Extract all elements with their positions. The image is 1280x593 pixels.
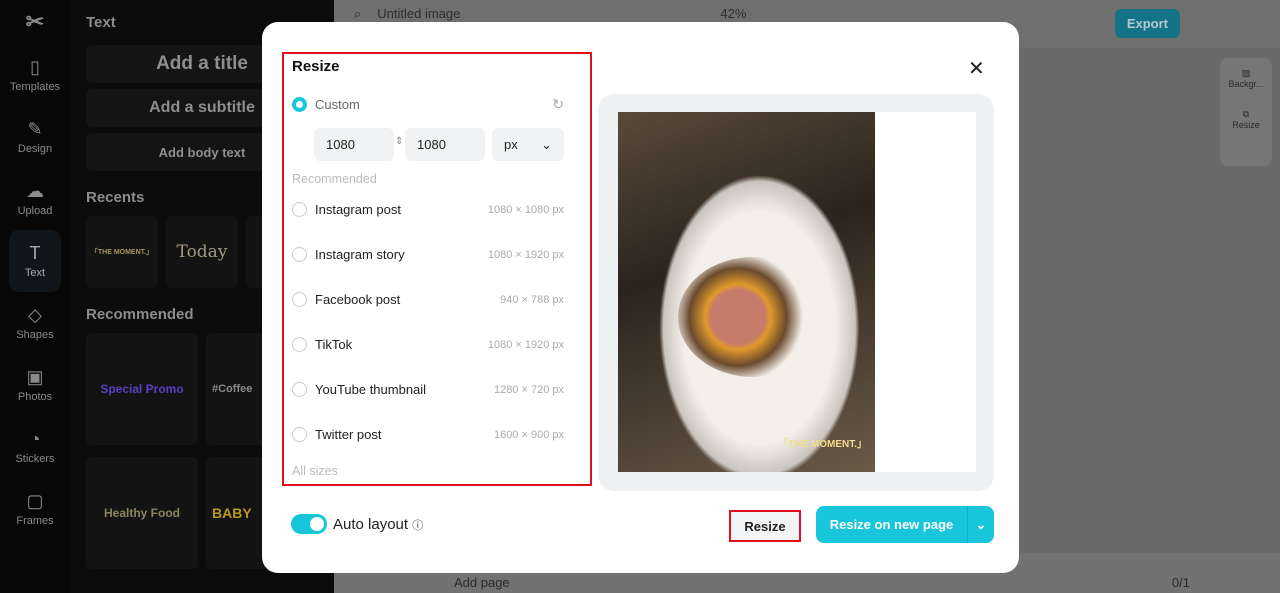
export-button[interactable]: Export: [1114, 9, 1180, 38]
search-icon[interactable]: ⌕: [354, 6, 361, 22]
option-label: YouTube thumbnail: [315, 382, 427, 397]
chevron-down-icon[interactable]: ⌄: [967, 506, 994, 543]
option-label: Instagram post: [315, 202, 401, 217]
radio[interactable]: [292, 427, 307, 442]
page-indicator: 0/1: [1171, 575, 1190, 590]
rail-label: Upload: [17, 205, 53, 217]
rail-stickers[interactable]: ◔ Stickers: [0, 416, 70, 478]
rail-shapes[interactable]: ◇ Shapes: [0, 292, 70, 354]
doc-title[interactable]: Untitled image: [377, 6, 460, 21]
option-size: 1080 × 1080 px: [487, 203, 564, 216]
tool-label: Resize: [1232, 120, 1260, 130]
dish-image: [678, 257, 828, 377]
background-icon: ▨: [1241, 68, 1251, 78]
option-label: Facebook post: [315, 292, 401, 307]
stickers-icon: ◔: [29, 429, 41, 449]
design-icon: ✎: [27, 119, 43, 139]
text-template[interactable]: Special Promo: [86, 333, 198, 445]
auto-layout-label: Auto layout ⓘ: [333, 516, 423, 533]
background-tool[interactable]: ▨ Backgr...: [1220, 68, 1272, 89]
resize-new-label: Resize on new page: [829, 517, 954, 532]
radio[interactable]: [292, 292, 307, 307]
right-toolbar: ▨ Backgr... ⧉ Resize: [1220, 58, 1272, 166]
option-size: 1600 × 900 px: [493, 428, 564, 441]
capcut-logo-icon[interactable]: ✂: [0, 0, 70, 44]
shapes-icon: ◇: [28, 305, 42, 325]
option-size: 1080 × 1920 px: [487, 338, 564, 351]
reset-icon[interactable]: ↻: [552, 96, 564, 113]
left-rail: ✂ ▯ Templates ✎ Design ☁ Upload T Text ◇ Shap…: [0, 0, 70, 593]
highlight-box: [282, 52, 592, 486]
width-input[interactable]: 1080: [314, 128, 394, 161]
link-ratio-icon[interactable]: ⇕: [395, 136, 403, 147]
unit-select[interactable]: px ⌄: [492, 128, 564, 161]
size-option[interactable]: Instagram story 1080 × 1920 px: [292, 247, 564, 262]
recommended-label: Recommended: [292, 172, 377, 186]
photos-icon: ▣: [26, 367, 44, 387]
resize-button[interactable]: Resize: [729, 510, 801, 542]
rail-design[interactable]: ✎ Design: [0, 106, 70, 168]
dialog-title: Resize: [292, 58, 340, 75]
food-photo: 「THE MOMENT.」: [618, 112, 875, 472]
height-input[interactable]: 1080: [405, 128, 485, 161]
size-option[interactable]: Twitter post 1600 × 900 px: [292, 427, 564, 442]
preview-caption: 「THE MOMENT.」: [778, 439, 867, 450]
auto-layout-toggle[interactable]: [291, 514, 327, 534]
resize-icon: ⧉: [1242, 109, 1250, 119]
resize-dialog: ✕ Resize Custom ↻ 1080 1080 ⇕ px ⌄ Recomme…: [262, 22, 1019, 573]
option-size: 1280 × 720 px: [493, 383, 564, 396]
option-size: 1080 × 1920 px: [487, 248, 564, 261]
rail-frames[interactable]: ▢ Frames: [0, 478, 70, 540]
radio[interactable]: [292, 202, 307, 217]
rail-photos[interactable]: ▣ Photos: [0, 354, 70, 416]
rail-label: Photos: [17, 391, 53, 403]
recent-item[interactable]: Today: [166, 216, 238, 288]
zoom-level[interactable]: 42%: [720, 6, 746, 21]
rail-label: Frames: [16, 515, 54, 527]
add-page-button[interactable]: Add page: [454, 575, 510, 590]
rail-label: Design: [17, 143, 53, 155]
option-size: 940 × 788 px: [500, 293, 564, 306]
rail-templates[interactable]: ▯ Templates: [0, 44, 70, 106]
templates-icon: ▯: [30, 57, 40, 77]
rail-label: Text: [24, 267, 46, 279]
tool-label: Backgr...: [1228, 79, 1264, 89]
recent-item[interactable]: 「THE MOMENT.」: [86, 216, 158, 288]
preview-area: 「THE MOMENT.」: [598, 94, 994, 491]
all-sizes-link[interactable]: All sizes: [292, 464, 338, 478]
custom-option[interactable]: Custom ↻: [292, 96, 564, 113]
option-label: Instagram story: [315, 247, 405, 262]
unit-value: px: [504, 137, 518, 152]
preview-canvas: 「THE MOMENT.」: [618, 112, 976, 472]
chevron-down-icon: ⌄: [541, 136, 552, 152]
frames-icon: ▢: [26, 491, 44, 511]
rail-text[interactable]: T Text: [9, 230, 61, 292]
rail-upload[interactable]: ☁ Upload: [0, 168, 70, 230]
option-label: Twitter post: [315, 427, 382, 442]
auto-layout-text: Auto layout: [333, 516, 409, 533]
size-option[interactable]: TikTok 1080 × 1920 px: [292, 337, 564, 352]
size-option[interactable]: Facebook post 940 × 788 px: [292, 292, 564, 307]
size-option[interactable]: Instagram post 1080 × 1080 px: [292, 202, 564, 217]
rail-label: Stickers: [15, 453, 55, 465]
radio[interactable]: [292, 337, 307, 352]
text-icon: T: [29, 243, 41, 263]
radio[interactable]: [292, 247, 307, 262]
option-label: TikTok: [315, 337, 353, 352]
text-template[interactable]: Healthy Food: [86, 457, 198, 569]
option-label: Custom: [315, 97, 360, 112]
close-icon[interactable]: ✕: [968, 56, 985, 81]
info-icon[interactable]: ⓘ: [412, 520, 423, 532]
upload-icon: ☁: [26, 181, 44, 201]
radio[interactable]: [292, 382, 307, 397]
size-option[interactable]: YouTube thumbnail 1280 × 720 px: [292, 382, 564, 397]
rail-label: Templates: [9, 81, 61, 93]
radio-selected[interactable]: [292, 97, 307, 112]
resize-new-page-button[interactable]: Resize on new page ⌄: [816, 506, 994, 543]
resize-tool[interactable]: ⧉ Resize: [1220, 109, 1272, 130]
rail-label: Shapes: [16, 329, 54, 341]
